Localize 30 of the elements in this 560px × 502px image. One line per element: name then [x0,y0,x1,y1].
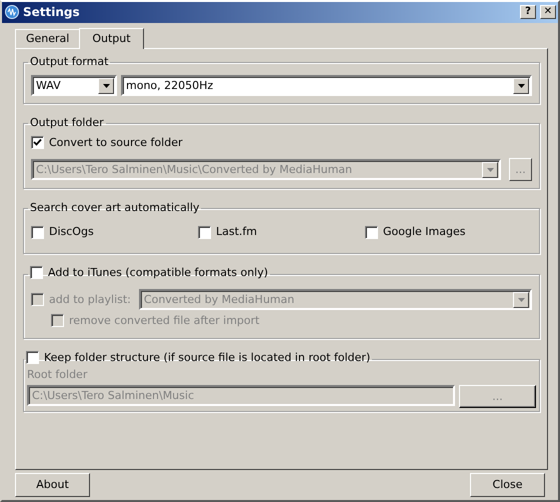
checkbox[interactable] [365,226,378,239]
checkbox-label[interactable]: Last.fm [216,225,257,239]
window-title: Settings [23,5,80,20]
dropdown: C:\Users\Tero Salminen\Music\Converted by MediaHuman [31,159,501,180]
checkbox-label[interactable]: Convert to source folder [49,136,182,150]
dropdown[interactable]: mono, 22050Hz [121,75,532,96]
group-label: Output folder [29,116,105,130]
checkbox[interactable] [26,351,39,364]
path-field: C:\Users\Tero Salminen\Music [27,385,455,406]
dialog-button[interactable]: Close [470,473,545,497]
checkbox[interactable] [30,266,43,280]
checkbox-label[interactable]: Add to iTunes (compatible formats only) [48,266,268,280]
checkbox[interactable] [198,226,211,239]
close-button[interactable]: ✕ [540,5,556,20]
checkbox-label[interactable]: DiscOgs [49,225,94,239]
field-label: Root folder [27,368,88,382]
checkbox[interactable] [31,136,44,150]
group-label: Search cover art automatically [29,201,200,216]
checkbox-label[interactable]: Google Images [383,225,466,239]
tab[interactable]: General [15,28,80,48]
app-icon [5,5,19,20]
group-label: Output format [29,55,110,70]
checkbox[interactable] [31,226,44,239]
dropdown[interactable]: WAV [31,75,117,96]
dialog-button[interactable]: About [15,473,90,497]
tab[interactable]: Output [79,28,144,50]
checkbox-label[interactable]: Keep folder structure (if source file is located in root folder) [44,350,370,365]
checkbox-label: remove converted file after import [69,314,260,328]
checkbox-label: add to playlist: [49,293,131,306]
help-button[interactable]: ? [520,5,536,20]
